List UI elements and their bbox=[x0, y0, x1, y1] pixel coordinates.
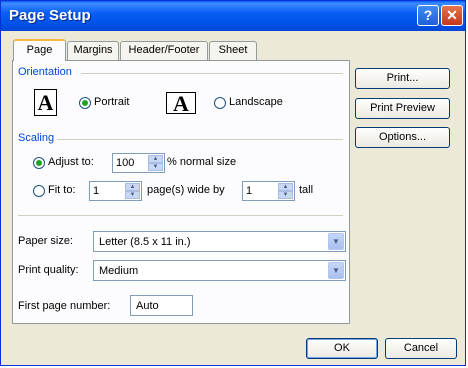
fit-wide-arrows[interactable]: ▲ ▼ bbox=[125, 183, 140, 199]
fit-wide-value: 1 bbox=[93, 185, 100, 197]
spin-down-icon[interactable]: ▼ bbox=[278, 191, 293, 199]
adjust-to-radio[interactable] bbox=[33, 157, 45, 169]
portrait-radio[interactable] bbox=[79, 97, 91, 109]
spin-down-icon[interactable]: ▼ bbox=[125, 191, 140, 199]
scaling-bottom-divider bbox=[18, 215, 343, 216]
print-button[interactable]: Print... bbox=[355, 68, 450, 89]
scaling-divider bbox=[57, 139, 343, 140]
tab-margins[interactable]: Margins bbox=[67, 41, 119, 60]
chevron-down-icon[interactable]: ▼ bbox=[328, 262, 344, 279]
fit-wide-spinner[interactable]: 1 ▲ ▼ bbox=[89, 181, 142, 201]
tab-page[interactable]: Page bbox=[13, 39, 66, 61]
fit-tall-arrows[interactable]: ▲ ▼ bbox=[278, 183, 293, 199]
fit-to-radio[interactable] bbox=[33, 185, 45, 197]
landscape-page-icon: A bbox=[166, 92, 196, 115]
print-quality-label: Print quality: bbox=[18, 264, 79, 276]
tab-header-footer[interactable]: Header/Footer bbox=[120, 41, 208, 60]
adjust-to-suffix: % normal size bbox=[167, 156, 237, 168]
fit-tall-value: 1 bbox=[246, 185, 253, 197]
tab-sheet-label: Sheet bbox=[218, 44, 248, 56]
first-page-number-input[interactable]: Auto bbox=[130, 295, 193, 316]
adjust-to-arrows[interactable]: ▲ ▼ bbox=[148, 155, 163, 171]
print-quality-value: Medium bbox=[99, 265, 139, 277]
tab-page-label: Page bbox=[26, 44, 53, 56]
fit-tall-spinner[interactable]: 1 ▲ ▼ bbox=[242, 181, 295, 201]
help-button[interactable]: ? bbox=[417, 5, 439, 26]
paper-size-select[interactable]: Letter (8.5 x 11 in.) ▼ bbox=[93, 231, 346, 252]
print-preview-button[interactable]: Print Preview bbox=[355, 98, 450, 119]
fit-wide-suffix: page(s) wide by bbox=[147, 184, 225, 196]
cancel-button[interactable]: Cancel bbox=[385, 338, 457, 359]
adjust-to-spinner[interactable]: 100 ▲ ▼ bbox=[112, 153, 165, 173]
portrait-page-icon: A bbox=[34, 89, 57, 116]
portrait-label[interactable]: Portrait bbox=[94, 96, 129, 108]
orientation-divider bbox=[81, 73, 343, 74]
spin-down-icon[interactable]: ▼ bbox=[148, 163, 163, 171]
orientation-heading: Orientation bbox=[18, 66, 72, 78]
close-button[interactable]: ✕ bbox=[441, 5, 463, 26]
ok-button[interactable]: OK bbox=[306, 338, 378, 359]
scaling-heading: Scaling bbox=[18, 132, 55, 144]
title-bar[interactable]: Page Setup ? ✕ bbox=[1, 1, 465, 31]
first-page-number-value: Auto bbox=[136, 300, 159, 312]
spin-up-icon[interactable]: ▲ bbox=[148, 155, 163, 163]
adjust-to-value: 100 bbox=[116, 157, 135, 169]
paper-size-value: Letter (8.5 x 11 in.) bbox=[99, 236, 191, 248]
spin-up-icon[interactable]: ▲ bbox=[125, 183, 140, 191]
page-setup-dialog: Page Setup ? ✕ Page Margins Header/Foote… bbox=[0, 0, 466, 366]
print-quality-select[interactable]: Medium ▼ bbox=[93, 260, 346, 281]
fit-tall-suffix: tall bbox=[299, 184, 314, 196]
tab-margins-label: Margins bbox=[73, 44, 113, 56]
tab-sheet[interactable]: Sheet bbox=[209, 41, 257, 60]
landscape-radio[interactable] bbox=[214, 97, 226, 109]
tab-header-footer-label: Header/Footer bbox=[128, 44, 200, 56]
paper-size-label: Paper size: bbox=[18, 235, 74, 247]
dialog-title: Page Setup bbox=[9, 7, 91, 24]
adjust-to-label[interactable]: Adjust to: bbox=[48, 156, 94, 168]
fit-to-label[interactable]: Fit to: bbox=[48, 184, 76, 196]
spin-up-icon[interactable]: ▲ bbox=[278, 183, 293, 191]
chevron-down-icon[interactable]: ▼ bbox=[328, 233, 344, 250]
first-page-number-label: First page number: bbox=[18, 300, 111, 312]
options-button[interactable]: Options... bbox=[355, 127, 450, 148]
page-tab-panel: Orientation A Portrait A Landscape Scali… bbox=[12, 60, 350, 324]
landscape-label[interactable]: Landscape bbox=[229, 96, 283, 108]
